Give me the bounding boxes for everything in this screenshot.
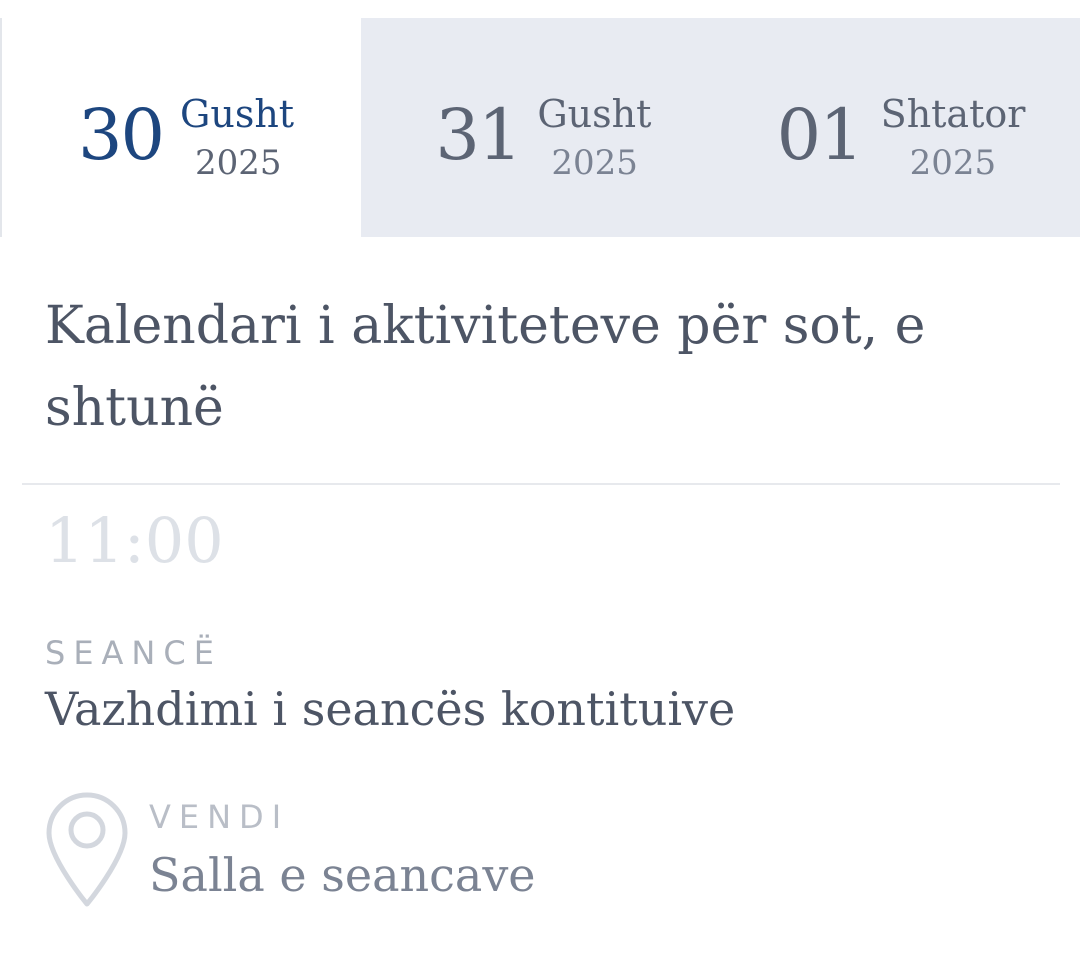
date-tab-month: Gusht [180,92,295,136]
date-tab-year: 2025 [195,143,282,183]
date-tab-31-gusht[interactable]: 31 Gusht 2025 [361,18,721,237]
event-place-label: VENDI [149,798,290,836]
page-title: Kalendari i aktiviteteve për sot, e shtu… [45,296,926,438]
event-type-label: SEANCË [45,634,222,672]
date-tab-month: Gusht [537,92,652,136]
date-tabs: 30 Gusht 2025 31 Gusht 2025 01 Shtator 2… [0,18,1080,237]
event-time: 11:00 [45,504,224,577]
event-place-value: Salla e seancave [149,848,536,902]
location-pin-icon [46,792,128,907]
date-tab-year: 2025 [551,143,638,183]
date-tab-day: 31 [435,94,522,176]
event-type-value: Vazhdimi i seancës kontituive [45,682,736,736]
date-tab-day: 30 [78,94,165,176]
date-tab-30-gusht[interactable]: 30 Gusht 2025 [0,18,362,237]
date-tab-day: 01 [776,94,864,176]
date-tab-01-shtator[interactable]: 01 Shtator 2025 [720,18,1080,237]
date-tab-year: 2025 [909,143,997,183]
divider [22,483,1060,485]
date-tab-month: Shtator [880,92,1026,136]
